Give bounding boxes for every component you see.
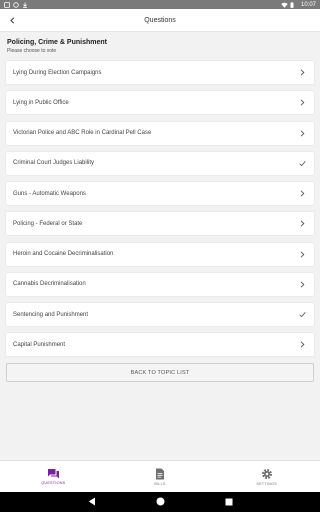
page-title: Questions — [144, 16, 176, 24]
app-bar: Questions — [0, 9, 320, 32]
document-icon — [155, 468, 164, 479]
sync-icon — [13, 1, 19, 8]
back-button[interactable] — [4, 12, 20, 28]
chat-bubbles-icon — [47, 469, 59, 479]
battery-icon — [290, 1, 296, 8]
question-item[interactable]: Heroin and Cocaine Decriminalisation — [6, 242, 314, 266]
notification-icon — [4, 1, 10, 8]
question-label: Criminal Court Judges Liability — [13, 160, 95, 167]
question-label: Capital Punishment — [13, 341, 66, 348]
triangle-back-icon — [88, 497, 95, 506]
chevron-right-icon — [299, 99, 306, 106]
question-item[interactable]: Victorian Police and ABC Role in Cardina… — [6, 121, 314, 145]
chevron-right-icon — [299, 190, 306, 197]
question-item[interactable]: Lying During Election Campaigns — [6, 61, 314, 84]
question-label: Policing - Federal or State — [13, 220, 83, 227]
chevron-right-icon — [299, 69, 306, 76]
question-item[interactable]: Lying in Public Office — [6, 91, 314, 115]
question-item[interactable]: Criminal Court Judges Liability — [6, 151, 314, 175]
section-title: Policing, Crime & Punishment — [7, 39, 107, 46]
system-back-button[interactable] — [88, 493, 96, 511]
chevron-right-icon — [299, 281, 306, 288]
system-nav-bar — [0, 492, 320, 512]
question-item[interactable]: Capital Punishment — [6, 333, 314, 357]
back-to-topic-list-button[interactable]: BACK TO TOPIC LIST — [6, 363, 314, 382]
chevron-right-icon — [299, 341, 306, 348]
question-item[interactable]: Guns - Automatic Weapons — [6, 182, 314, 205]
bottom-nav: QUESTIONS BILLS SETTINGS — [0, 460, 320, 492]
status-bar: 10:07 — [0, 0, 320, 9]
question-label: Lying in Public Office — [13, 99, 69, 106]
nav-questions-label: QUESTIONS — [41, 481, 66, 485]
chevron-right-icon — [299, 129, 306, 137]
section-header: Policing, Crime & Punishment Please choo… — [7, 38, 313, 55]
question-label: Victorian Police and ABC Role in Cardina… — [13, 130, 152, 136]
wifi-icon — [281, 2, 288, 8]
question-label: Guns - Automatic Weapons — [13, 190, 86, 197]
nav-questions[interactable]: QUESTIONS — [13, 468, 93, 485]
question-item[interactable]: Sentencing and Punishment — [6, 303, 314, 326]
square-recents-icon — [225, 498, 232, 506]
gear-icon — [261, 468, 272, 479]
system-recents-button[interactable] — [225, 493, 233, 511]
question-label: Sentencing and Punishment — [13, 311, 89, 318]
question-item[interactable]: Cannabis Decriminalisation — [6, 272, 314, 296]
arrow-left-icon — [9, 16, 14, 24]
checkmark-icon — [299, 311, 306, 318]
question-label: Heroin and Cocaine Decriminalisation — [13, 251, 114, 257]
nav-bills-label: BILLS — [154, 481, 166, 486]
question-label: Cannabis Decriminalisation — [13, 281, 86, 288]
question-label: Lying During Election Campaigns — [13, 69, 102, 76]
chevron-right-icon — [299, 250, 306, 258]
checkmark-icon — [299, 160, 306, 167]
question-item[interactable]: Policing - Federal or State — [6, 212, 314, 236]
circle-home-icon — [156, 497, 164, 506]
nav-settings-label: SETTINGS — [256, 481, 277, 486]
section-subtitle: Please choose to vote — [7, 48, 57, 54]
chevron-right-icon — [299, 220, 306, 227]
status-time: 10:07 — [300, 1, 316, 8]
question-list: Lying During Election Campaigns Lying in … — [6, 61, 314, 364]
system-home-button[interactable] — [156, 493, 165, 511]
nav-bills[interactable]: BILLS — [120, 468, 200, 486]
nav-settings[interactable]: SETTINGS — [227, 468, 307, 486]
download-icon — [22, 2, 28, 8]
